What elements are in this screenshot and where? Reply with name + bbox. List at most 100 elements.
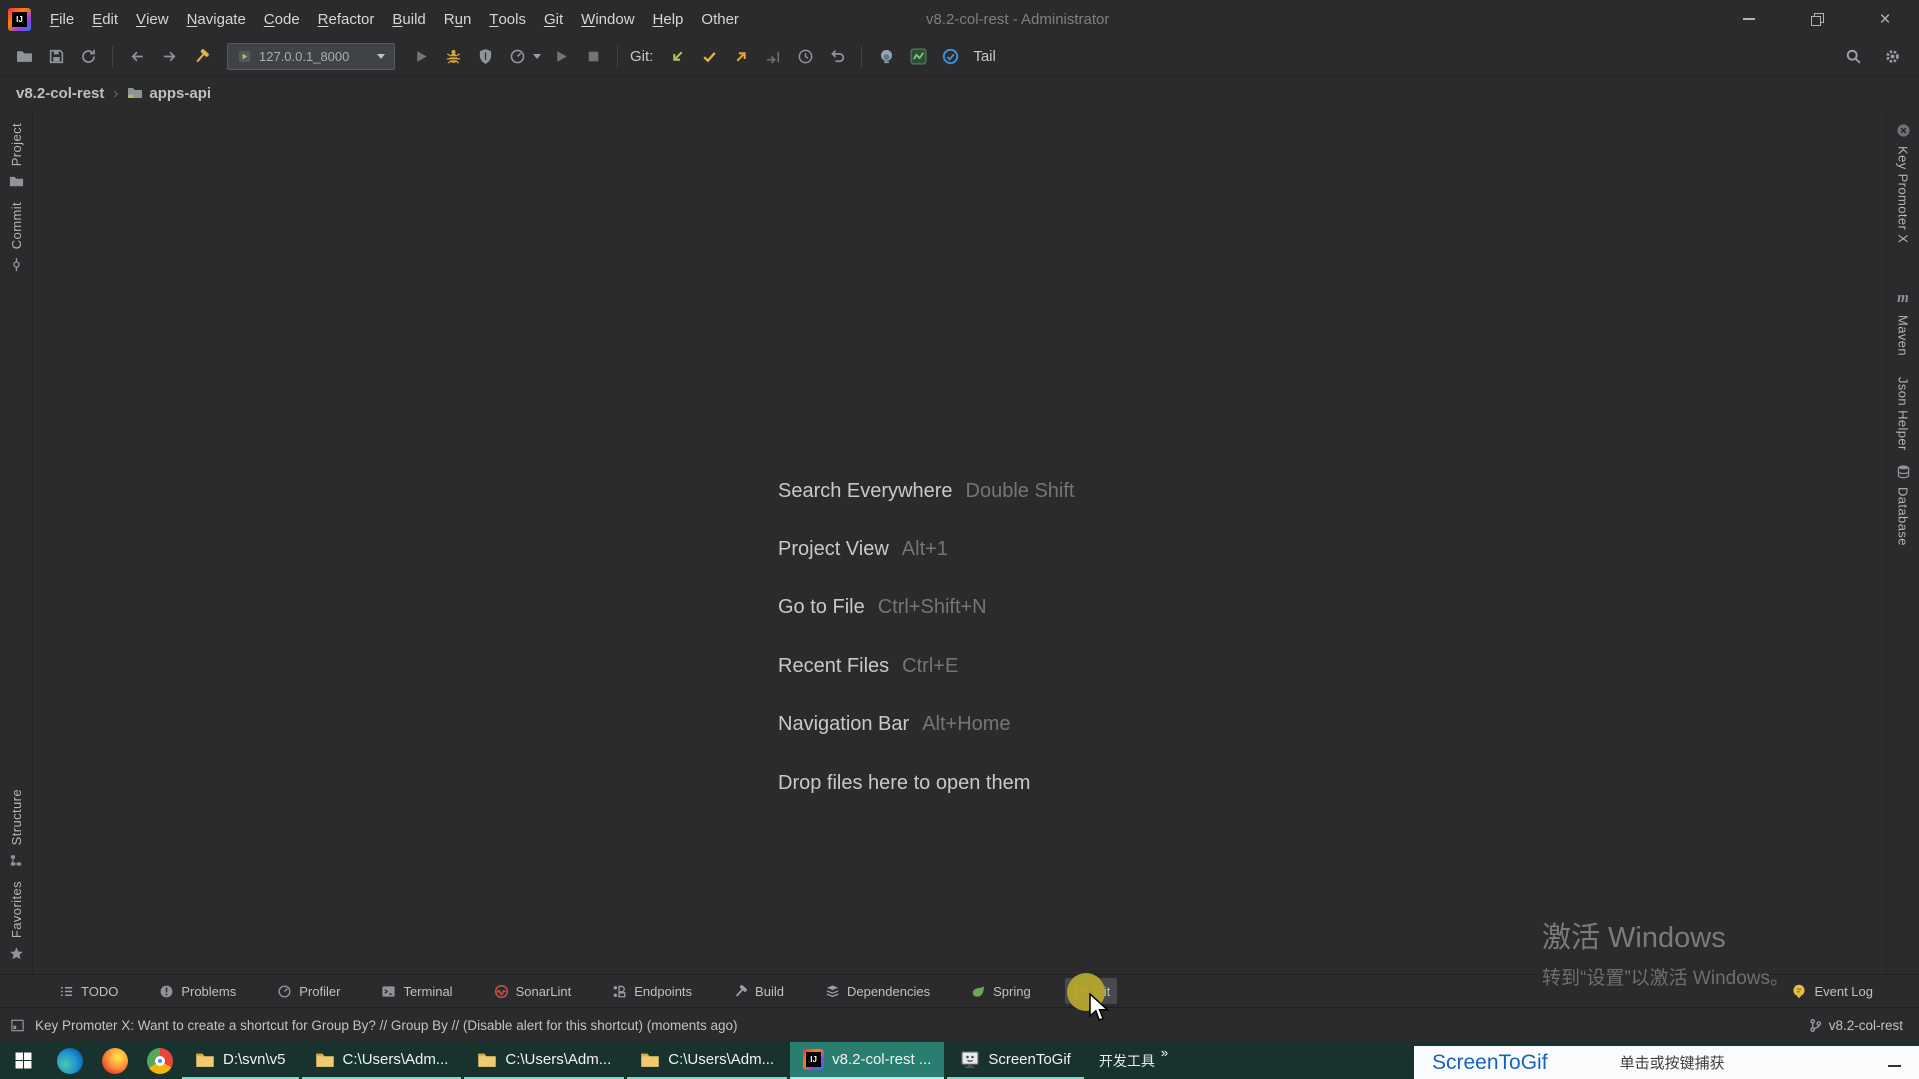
minimize-button[interactable] <box>1715 0 1783 38</box>
git-update-icon[interactable] <box>661 43 693 71</box>
left-toolwindow-stripe: Project Commit Structure Favorites <box>0 110 33 974</box>
save-all-icon[interactable] <box>40 43 72 71</box>
menu-item-help[interactable]: Help <box>644 0 693 38</box>
menu-item-code[interactable]: Code <box>255 0 309 38</box>
profiler-icon[interactable] <box>501 43 533 71</box>
chrome-taskbar-icon[interactable] <box>137 1042 182 1079</box>
toolwindow-endpoints[interactable]: Endpoints <box>605 978 699 1004</box>
toolwindow-label: Spring <box>993 983 1031 999</box>
menu-item-view[interactable]: View <box>127 0 178 38</box>
toolwindow-problems[interactable]: Problems <box>152 978 243 1004</box>
menu-item-other[interactable]: Other <box>692 0 748 38</box>
firefox-taskbar-icon[interactable] <box>92 1042 137 1079</box>
build-hammer-icon[interactable] <box>185 43 217 71</box>
menu-item-git[interactable]: Git <box>535 0 572 38</box>
stripe-item-structure[interactable]: Structure <box>9 789 24 868</box>
folderyellow-icon <box>195 1050 215 1070</box>
breadcrumb-module[interactable]: apps-api <box>149 85 211 102</box>
toolwindow-todo[interactable]: TODO <box>52 978 125 1004</box>
ij-icon: IJ <box>803 1049 825 1070</box>
apply-patch-icon[interactable] <box>757 43 789 71</box>
status-message[interactable]: Key Promoter X: Want to create a shortcu… <box>35 1018 738 1033</box>
tail-check-icon[interactable] <box>934 43 966 71</box>
taskbar-button-label: v8.2-col-rest ... <box>832 1051 932 1068</box>
run-icon[interactable] <box>405 43 437 71</box>
restore-button[interactable] <box>1783 0 1851 38</box>
shortcut-action-label: Project View <box>778 538 889 561</box>
stripe-database-icon <box>1896 464 1911 479</box>
search-icon[interactable] <box>1841 43 1865 71</box>
toolwindow-spring[interactable]: Spring <box>964 978 1038 1004</box>
endpoints-icon <box>612 984 627 999</box>
edge-taskbar-icon[interactable] <box>47 1042 92 1079</box>
profiler-chevron-icon[interactable] <box>533 54 541 59</box>
start-button[interactable] <box>0 1042 47 1079</box>
shortcut-hint-row: Recent Files Ctrl+E <box>778 637 1075 695</box>
stripe-item-key-promoter-x[interactable]: Key Promoter X <box>1896 123 1911 243</box>
stripe-item-project[interactable]: Project <box>9 123 24 189</box>
toolwindow-sonarlint[interactable]: SonarLint <box>487 978 579 1004</box>
profiler-icon <box>277 984 292 999</box>
git-commit-icon[interactable] <box>693 43 725 71</box>
todo-icon <box>59 984 74 999</box>
toolwindow-label: Dependencies <box>846 983 931 999</box>
shortcut-action-label: Drop files here to open them <box>778 771 1031 794</box>
back-icon[interactable] <box>121 43 153 71</box>
menu-item-file[interactable]: File <box>41 0 83 38</box>
toolwindow-toggle-icon[interactable] <box>10 1018 25 1033</box>
windows-logo-icon <box>15 1052 32 1069</box>
menu-item-navigate[interactable]: Navigate <box>178 0 255 38</box>
stripe-item-label: Json Helper <box>1895 377 1911 452</box>
event-log-button[interactable]: Event Log <box>1791 983 1873 999</box>
taskbar-button-5[interactable]: ScreenToGif <box>947 1042 1084 1079</box>
menu-item-run[interactable]: Run <box>435 0 481 38</box>
coverage-icon[interactable] <box>469 43 501 71</box>
taskbar-toolbar[interactable]: 开发工具 » <box>1099 1042 1168 1079</box>
history-icon[interactable] <box>789 43 821 71</box>
stripe-item-commit[interactable]: Commit <box>9 202 24 272</box>
taskbar-button-0[interactable]: D:\svn\v5 <box>182 1042 299 1079</box>
stop-icon[interactable] <box>577 43 609 71</box>
intellij-window: { "window": { "title": "v8.2-col-rest - … <box>0 0 1919 1079</box>
toolwindow-terminal[interactable]: Terminal <box>374 978 459 1004</box>
toolwindow-label: Build <box>755 983 784 999</box>
breadcrumb-project[interactable]: v8.2-col-rest <box>16 85 104 102</box>
stripe-item-json-helper[interactable]: Json Helper <box>1896 369 1911 451</box>
stripe-item-database[interactable]: Database <box>1896 464 1911 546</box>
stripe-item-maven[interactable]: m Maven <box>1896 289 1911 356</box>
git-push-icon[interactable] <box>725 43 757 71</box>
stripe-folder-icon <box>9 174 24 189</box>
run-secondary-icon[interactable] <box>545 43 577 71</box>
menu-item-tools[interactable]: Tools <box>480 0 535 38</box>
taskbar-button-1[interactable]: C:\Users\Adm... <box>301 1042 462 1079</box>
window-controls: × <box>1715 0 1919 38</box>
toolwindow-build[interactable]: Build <box>726 978 791 1004</box>
toolwindow-profiler[interactable]: Profiler <box>270 978 347 1004</box>
toolwindow-dependencies[interactable]: Dependencies <box>818 978 937 1004</box>
menu-item-window[interactable]: Window <box>572 0 643 38</box>
shortcut-action-label: Recent Files <box>778 654 890 677</box>
menu-item-build[interactable]: Build <box>383 0 434 38</box>
taskbar-button-label: D:\svn\v5 <box>223 1051 286 1068</box>
menu-item-refactor[interactable]: Refactor <box>309 0 384 38</box>
open-folder-icon[interactable] <box>8 43 40 71</box>
menu-item-edit[interactable]: Edit <box>83 0 127 38</box>
forward-icon[interactable] <box>153 43 185 71</box>
debug-icon[interactable] <box>437 43 469 71</box>
taskbar-button-2[interactable]: C:\Users\Adm... <box>464 1042 625 1079</box>
stripe-item-favorites[interactable]: Favorites <box>9 881 24 961</box>
taskbar-button-3[interactable]: C:\Users\Adm... <box>627 1042 788 1079</box>
screentogif-minimize-button[interactable] <box>1888 1054 1901 1072</box>
settings-gear-icon[interactable] <box>1880 43 1904 71</box>
screen-record-icon[interactable] <box>870 43 902 71</box>
stripe-maven-icon: m <box>1897 290 1909 307</box>
taskbar-button-label: C:\Users\Adm... <box>668 1051 775 1068</box>
run-config-select[interactable]: 127.0.0.1_8000 <box>227 43 395 70</box>
rollback-icon[interactable] <box>821 43 853 71</box>
close-button[interactable]: × <box>1851 0 1919 38</box>
sync-icon[interactable] <box>72 43 104 71</box>
taskbar-button-4[interactable]: IJ v8.2-col-rest ... <box>790 1042 945 1079</box>
git-toolbar-label: Git: <box>630 48 654 65</box>
monitor-chart-icon[interactable] <box>902 43 934 71</box>
git-branch-widget[interactable]: v8.2-col-rest <box>1808 1018 1903 1033</box>
